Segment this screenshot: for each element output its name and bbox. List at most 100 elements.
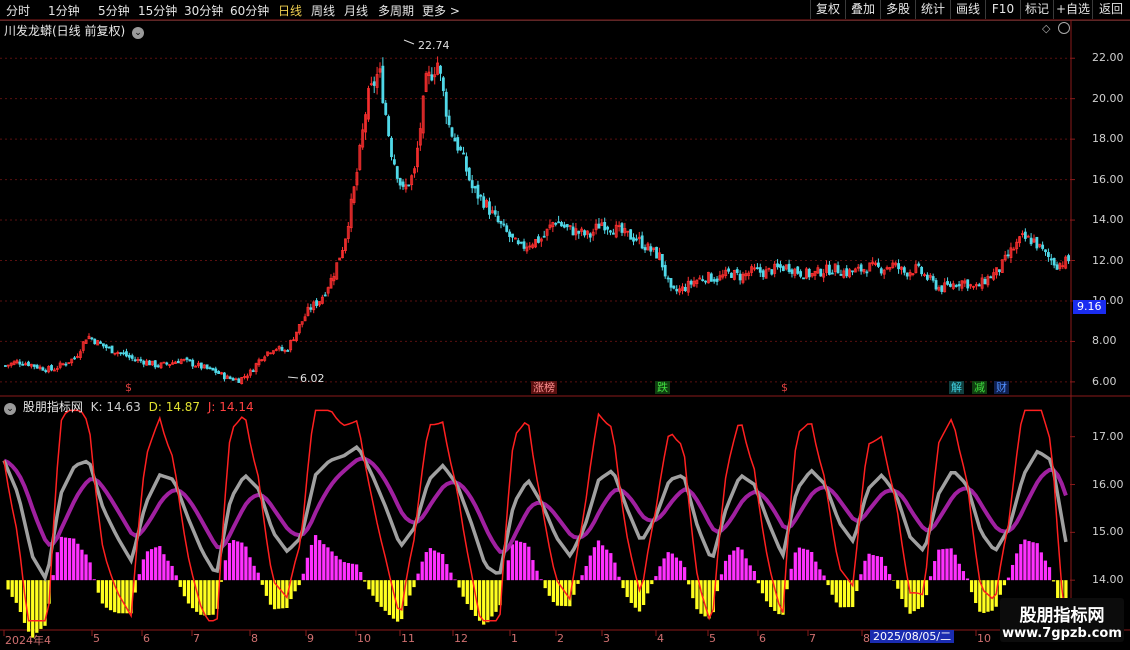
price-axis-label: 6.00 [1092,374,1117,388]
month-label: 1 [511,632,518,645]
event-marker-die[interactable]: 跌 [655,381,670,394]
candle-body [453,137,457,142]
candle-body [1049,258,1053,261]
candle-body [946,281,949,285]
candle-body [107,346,111,349]
candle-body [787,263,791,272]
event-marker-jie[interactable]: 解 [949,381,964,394]
candle-body [689,280,693,285]
event-marker-dividend[interactable]: $ [123,381,134,394]
watermark-logo: 股朋指标网 www.7gpzb.com [1000,598,1124,642]
price-axis-label: 20.00 [1092,91,1124,105]
candle-body [401,181,405,187]
candle-body [522,241,526,249]
settings-circle-icon[interactable] [1058,22,1070,34]
diamond-icon[interactable]: ◇ [1042,22,1050,35]
candle-body [231,378,235,381]
candle-body [104,344,108,349]
candle-body [27,361,30,367]
candle-body [447,115,451,126]
candle-body [1006,254,1010,257]
chevron-down-icon[interactable]: ⌄ [4,403,16,415]
candle-body [666,277,670,280]
watermark-url: www.7gpzb.com [1002,626,1122,641]
candle-body [156,365,160,368]
month-label: 9 [307,632,314,645]
candle-body [770,269,774,275]
candle-body [735,269,739,273]
candle-body [839,273,843,276]
candle-body [845,268,849,277]
candle-body [897,263,900,270]
candle-body [799,271,803,277]
candle-body [211,367,215,371]
candle-body [828,264,831,275]
month-label: 7 [809,632,816,645]
candle-body [505,225,509,232]
indicator-axis-label: 15.00 [1092,525,1124,539]
candle-body [142,360,146,365]
candle-body [222,372,226,380]
candle-body [649,246,653,252]
candle-body [940,285,944,292]
stock-title: 川发龙蟒(日线 前复权) [4,24,126,38]
candle-body [920,266,924,275]
candle-body [444,91,448,117]
candle-body [1055,264,1059,270]
candle-body [879,268,883,274]
candle-body [865,271,869,274]
candle-body [488,201,491,215]
candle-body [473,186,477,189]
candle-body [738,273,742,281]
candle-body [660,253,664,268]
candle-body [467,167,471,181]
d-value: D: 14.87 [148,400,201,414]
high-marker-arrow [403,39,415,45]
candle-body [499,221,503,224]
candle-body [228,376,232,379]
candle-body [493,210,497,215]
candle-body [562,224,566,228]
candle-body [957,284,961,287]
candle-body [188,359,192,362]
candle-body [470,180,474,189]
candle-body [603,221,607,231]
candle-body [709,273,713,282]
kline-chart[interactable] [0,0,1130,650]
candle-body [730,272,733,278]
candle-body [727,268,731,272]
candle-body [629,229,633,240]
j-value: J: 14.14 [207,400,254,414]
candle-body [73,357,76,360]
last-price-tag: 9.16 [1073,300,1106,314]
candle-body [597,223,601,229]
low-marker-arrow [287,376,299,379]
indicator-axis-label: 17.00 [1092,429,1124,443]
month-label: 3 [603,632,610,645]
month-label: 8 [251,632,258,645]
event-marker-zhangbang[interactable]: 涨榜 [531,381,557,394]
price-axis-label: 18.00 [1092,132,1124,146]
candle-body [571,226,575,236]
event-marker-cai[interactable]: 财 [994,381,1009,394]
candle-body [807,268,811,278]
candle-body [640,235,644,249]
candle-body [280,347,284,351]
candle-body [977,284,981,287]
candle-body [90,337,94,340]
event-marker-dividend-2[interactable]: $ [779,381,790,394]
candle-body [119,352,123,355]
candle-body [836,265,840,274]
candle-body [323,294,327,297]
indicator-axis-label: 14.00 [1092,573,1124,587]
candle-body [21,363,25,366]
candle-body [508,231,512,237]
event-marker-jian[interactable]: 减 [972,381,987,394]
month-label: 5 [709,632,716,645]
chevron-down-icon[interactable]: ⌄ [132,27,145,39]
candle-body [1023,231,1027,239]
candle-body [139,359,143,362]
candle-body [390,137,393,158]
month-label: 12 [454,632,468,645]
cursor-date-tag: 2025/08/05/二 [870,630,955,643]
